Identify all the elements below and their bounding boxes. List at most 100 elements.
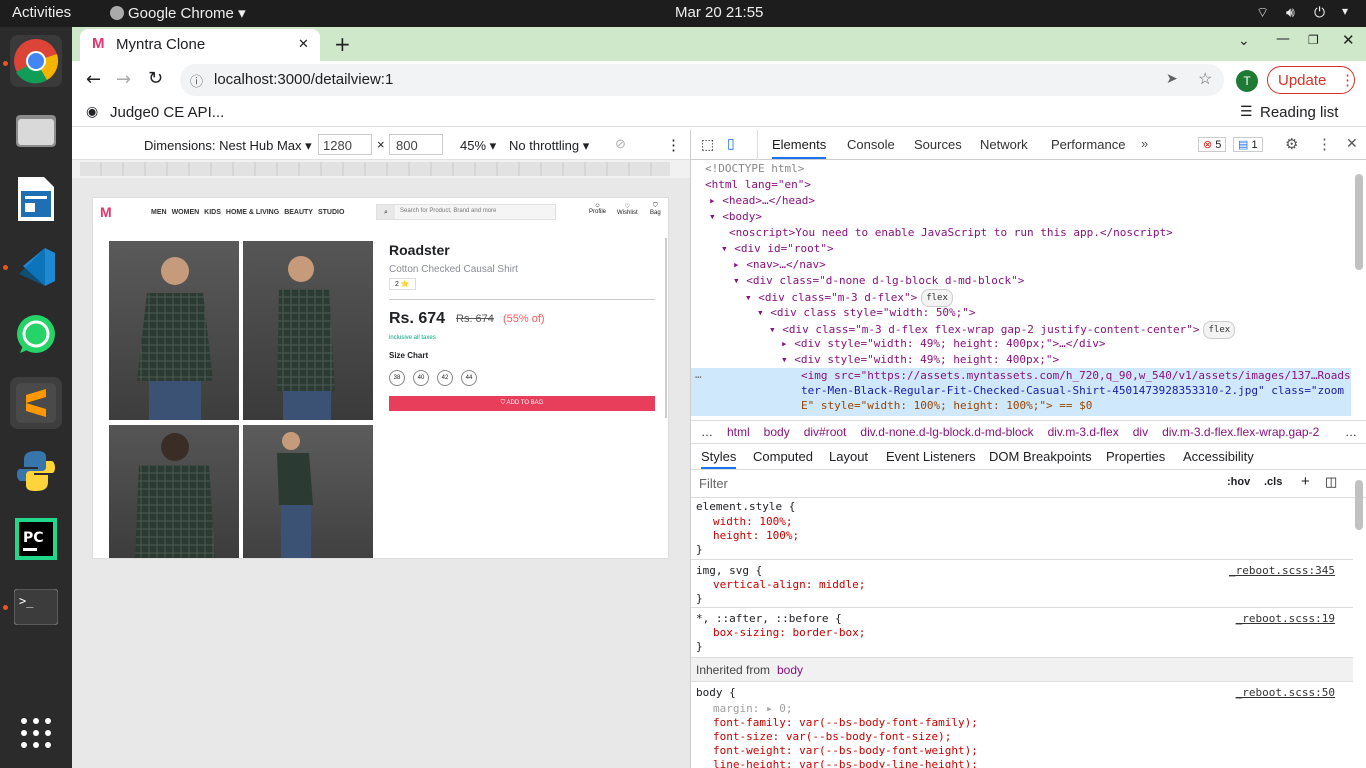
rule-prop[interactable]: height: 100%; (713, 529, 799, 543)
tab-network[interactable]: Network (980, 137, 1028, 152)
add-to-bag-button[interactable]: ⛉ ADD TO BAG (389, 396, 655, 411)
dom-div-img2[interactable]: ▾ <div style="width: 49%; height: 400px;… (781, 352, 1059, 368)
nav-beauty[interactable]: BEAUTY (284, 209, 313, 216)
tab-layout[interactable]: Layout (829, 449, 868, 464)
volume-icon[interactable]: 🔊︎ (1286, 4, 1295, 21)
sublime-icon[interactable] (10, 377, 62, 429)
tab-dom-breakpoints[interactable]: DOM Breakpoints (989, 449, 1092, 464)
pycharm-icon[interactable]: PC (10, 513, 62, 565)
close-window-icon[interactable]: ✕ (1342, 31, 1355, 49)
nav-kids[interactable]: KIDS (204, 209, 221, 216)
tab-accessibility[interactable]: Accessibility (1183, 449, 1254, 464)
profile-button[interactable]: ☺ Profile (589, 203, 606, 215)
bag-button[interactable]: ⛉ Bag (650, 203, 661, 216)
size-option[interactable]: 40 (413, 370, 429, 386)
rule-prop[interactable]: font-family: var(--bs-body-font-family); (713, 716, 978, 730)
dom-scrollbar[interactable] (1355, 174, 1363, 270)
crumb-m3[interactable]: div.m-3.d-flex (1048, 425, 1119, 439)
tab-myntra-clone[interactable]: M Myntra Clone ✕ (80, 29, 320, 61)
wishlist-button[interactable]: ♡ Wishlist (617, 203, 638, 216)
tab-properties[interactable]: Properties (1106, 449, 1165, 464)
whatsapp-icon[interactable] (10, 309, 62, 361)
star-icon[interactable]: ☆ (1198, 69, 1212, 89)
product-image-3[interactable] (109, 425, 239, 558)
scrollbar[interactable] (665, 238, 667, 418)
terminal-icon[interactable]: >_ (10, 581, 62, 633)
tab-close-icon[interactable]: ✕ (298, 36, 309, 52)
site-search[interactable]: ⌕ Search for Product, Brand and more (376, 204, 556, 220)
dom-div-width50[interactable]: ▾ <div class style="width: 50%;"> (757, 305, 976, 321)
chrome-icon[interactable] (10, 35, 62, 87)
clock[interactable]: Mar 20 21:55 (675, 4, 763, 21)
chevron-down-icon[interactable]: ▾ (1342, 4, 1348, 18)
rotate-icon[interactable]: ⊘ (615, 136, 626, 152)
inspect-icon[interactable]: ⬚ (701, 136, 714, 153)
cls-toggle[interactable]: .cls (1264, 476, 1282, 488)
dom-nav[interactable]: ▸ <nav>…</nav> (733, 257, 826, 273)
customize-menu-icon[interactable]: ⋮ (1317, 135, 1332, 153)
back-icon[interactable]: ← (86, 69, 101, 90)
update-button[interactable]: Update ⋮ (1267, 66, 1355, 94)
device-toggle-icon[interactable]: ▯ (727, 135, 735, 152)
forward-icon[interactable]: → (116, 69, 131, 90)
size-option[interactable]: 42 (437, 370, 453, 386)
rule-selector[interactable]: body { (696, 686, 736, 700)
toggle-sidebar-icon[interactable]: ◫ (1325, 474, 1337, 490)
inherited-from-link[interactable]: body (777, 663, 803, 677)
dom-doctype[interactable]: <!DOCTYPE html> (705, 161, 804, 177)
product-image-4[interactable] (243, 425, 373, 558)
address-bar[interactable]: ⓘ localhost:3000/detailview:1 ➤ ☆ (180, 64, 1224, 96)
tab-sources[interactable]: Sources (914, 137, 962, 152)
rule-selector[interactable]: *, ::after, ::before { (696, 612, 842, 626)
nav-women[interactable]: WOMEN (172, 209, 200, 216)
rule-selector[interactable]: element.style { (696, 500, 795, 514)
rule-source-link[interactable]: _reboot.scss:345 (1229, 564, 1335, 578)
myntra-logo[interactable]: M (100, 204, 112, 220)
crumb-div[interactable]: div (1133, 425, 1148, 439)
filter-input[interactable]: Filter (699, 476, 728, 491)
tab-event-listeners[interactable]: Event Listeners (886, 449, 976, 464)
nav-home-living[interactable]: HOME & LIVING (226, 209, 279, 216)
crumb-more-icon[interactable]: … (1341, 425, 1357, 439)
power-icon[interactable]: ⏻ (1314, 4, 1325, 21)
dom-noscript[interactable]: <noscript>You need to enable JavaScript … (729, 225, 1173, 241)
crumb-flexwrap[interactable]: div.m-3.d-flex.flex-wrap.gap-2 (1162, 425, 1319, 439)
dom-body[interactable]: ▾ <body> (709, 209, 762, 225)
flex-badge[interactable]: flex (1203, 321, 1236, 339)
avatar[interactable]: T (1236, 70, 1258, 92)
rule-prop[interactable]: font-weight: var(--bs-body-font-weight); (713, 744, 978, 758)
media-query-ruler[interactable] (72, 160, 690, 178)
crumb-body[interactable]: body (764, 425, 790, 439)
tab-computed[interactable]: Computed (753, 449, 813, 464)
nav-studio[interactable]: STUDIO (318, 209, 344, 216)
dom-div-flexwrap[interactable]: ▾ <div class="m-3 d-flex flex-wrap gap-2… (769, 321, 1236, 339)
kebab-menu-icon[interactable]: ⋮ (1340, 71, 1355, 89)
throttle-select[interactable]: No throttling ▾ (509, 138, 589, 154)
rule-source-link[interactable]: _reboot.scss:19 (1236, 612, 1335, 626)
send-icon[interactable]: ➤ (1166, 70, 1178, 87)
zoom-select[interactable]: 45% ▾ (460, 138, 496, 154)
tab-styles[interactable]: Styles (701, 449, 737, 469)
vscode-icon[interactable] (10, 241, 62, 293)
width-input[interactable]: 1280 (318, 134, 372, 155)
tab-performance[interactable]: Performance (1051, 137, 1125, 152)
product-image-2[interactable] (243, 241, 373, 420)
url-text[interactable]: localhost:3000/detailview:1 (214, 71, 393, 88)
bookmark-judge0[interactable]: Judge0 CE API... (110, 104, 224, 121)
dom-div-img1[interactable]: ▸ <div style="width: 49%; height: 400px;… (781, 336, 1106, 352)
more-options-icon[interactable]: ⋮ (666, 136, 681, 154)
tab-elements[interactable]: Elements (772, 137, 827, 159)
dom-root[interactable]: ▾ <div id="root"> (721, 241, 834, 257)
close-devtools-icon[interactable]: ✕ (1346, 135, 1358, 152)
new-rule-icon[interactable]: + (1301, 473, 1310, 490)
crumb-root[interactable]: div#root (804, 425, 847, 439)
size-option[interactable]: 44 (461, 370, 477, 386)
dom-div-m3[interactable]: ▾ <div class="m-3 d-flex"> flex (745, 289, 953, 307)
size-option[interactable]: 38 (389, 370, 405, 386)
reload-icon[interactable]: ↻ (148, 68, 163, 89)
styles-scrollbar[interactable] (1355, 480, 1363, 530)
dom-head[interactable]: ▸ <head>…</head> (709, 193, 815, 209)
rule-prop[interactable]: margin: ▸ 0; (713, 702, 792, 716)
reading-list-button[interactable]: Reading list (1260, 104, 1338, 121)
tab-console[interactable]: Console (847, 137, 895, 152)
